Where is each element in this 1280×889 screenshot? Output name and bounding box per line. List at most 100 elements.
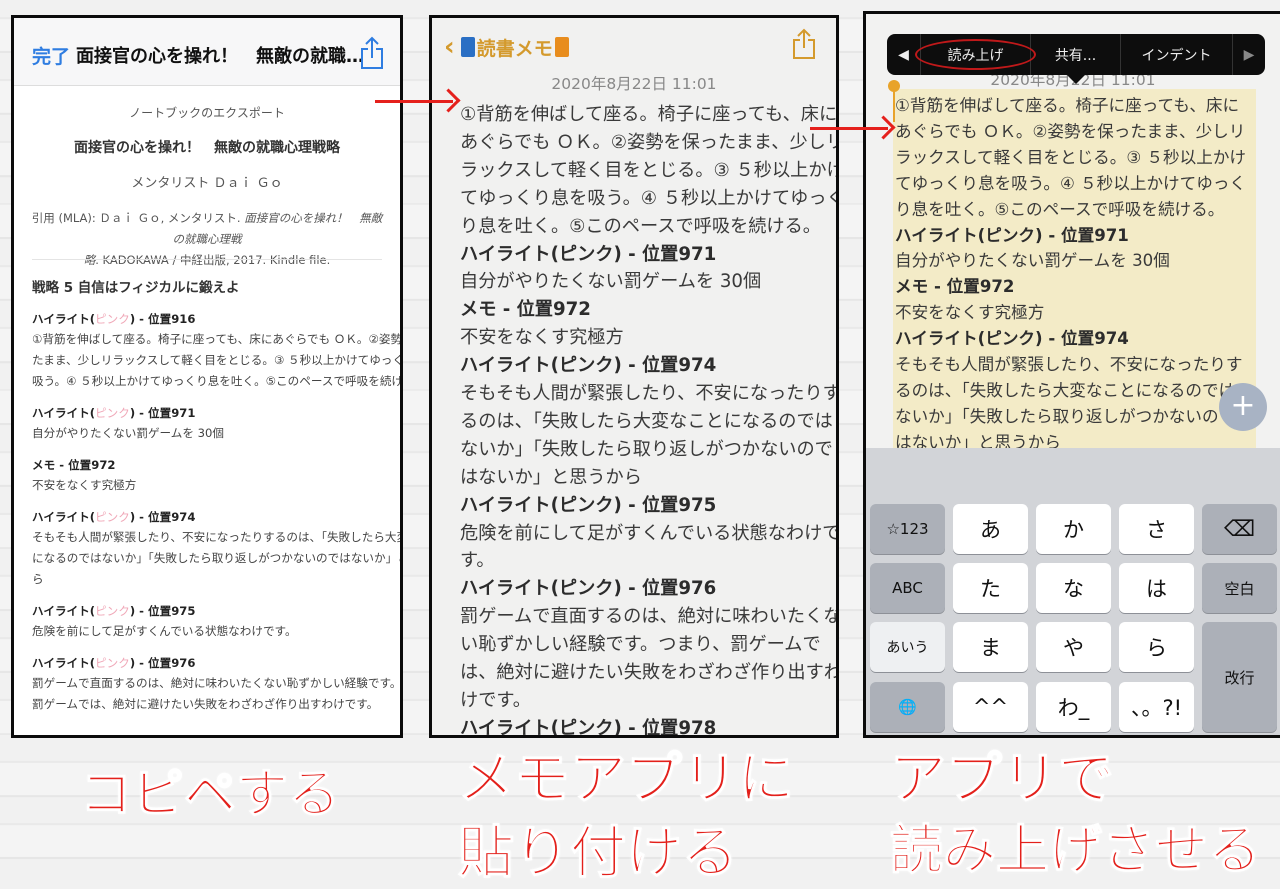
note-line: ラックスして軽く目をとじる。③ ５秒以上かけ	[895, 147, 1247, 167]
note-line: るのは、「失敗したら大変なことになるのでは	[460, 410, 833, 432]
highlight-text: ①背筋を伸ばして座る。椅子に座っても、床にあぐらでも ＯＫ。②姿勢を保っ	[32, 332, 403, 346]
key[interactable]: や	[1036, 622, 1111, 672]
highlight-text: 危険を前にして足がすくんでいる状態なわけです。	[32, 624, 297, 638]
note-heading: ハイライト(ピンク) - 位置974	[895, 329, 1129, 349]
highlight-heading: メモ - 位置972	[32, 456, 387, 475]
note-heading: ハイライト(ピンク) - 位置976	[460, 578, 717, 600]
heading-type: ハイライト(	[32, 656, 96, 670]
back-button[interactable]: ‹ 読書メモ	[444, 32, 569, 62]
notes-speak-screen: 2020年8月22日 11:01 ①背筋を伸ばして座る。椅子に座っても、床にあぐ…	[863, 11, 1280, 738]
highlight-text: 罰ゲームでは、絶対に避けたい失敗をわざわざ作り出すわけです。	[32, 697, 379, 711]
citation: 引用 (MLA): Ｄａｉ Ｇｏ, メンタリスト. 面接官の心を操れ！ 無敵の就…	[31, 211, 383, 267]
blue-book-icon	[460, 37, 475, 57]
heading-type: ハイライト(	[32, 406, 96, 420]
heading-location: ) - 位置971	[129, 406, 196, 420]
done-button[interactable]: 完了	[32, 42, 70, 69]
highlight-text: になるのではないか」「失敗したら取り返しがつかないのではないか」と思うか	[32, 551, 403, 565]
highlight-list: ハイライト(ピンク) - 位置916 ①背筋を伸ばして座る。椅子に座っても、床にあ…	[32, 298, 403, 715]
note-line: けです。	[460, 689, 531, 711]
note-line: 不安をなくす究極方	[460, 327, 624, 349]
heading-type: ハイライト(	[32, 604, 96, 618]
highlight-heading: ハイライト(ピンク) - 位置975	[32, 602, 387, 621]
share-icon[interactable]	[360, 36, 384, 74]
kindle-export-screen: 完了 面接官の心を操れ！ 無敵の就職… ノートブックのエクスポート 面接官の心を…	[11, 15, 403, 738]
key[interactable]: ABC	[870, 563, 945, 613]
highlight-text: ら	[32, 572, 44, 586]
page-title: 面接官の心を操れ！ 無敵の就職…	[76, 46, 364, 67]
highlight-color: ピンク	[95, 406, 130, 420]
note-heading: ハイライト(ピンク) - 位置974	[460, 355, 717, 377]
back-label: 読書メモ	[476, 37, 553, 60]
note-line: そもそも人間が緊張したり、不安になったりす	[460, 383, 839, 404]
note-line: はないか」と思うから	[460, 466, 642, 488]
menu-indent-button[interactable]: インデント	[1121, 34, 1233, 75]
note-heading: ハイライト(ピンク) - 位置971	[460, 243, 717, 265]
heading-type: ハイライト(	[32, 510, 96, 524]
key[interactable]: さ	[1119, 504, 1194, 554]
chevron-left-icon: ‹	[444, 32, 455, 62]
heading-location: ) - 位置974	[129, 510, 196, 524]
menu-speak-button[interactable]: 読み上げ	[915, 34, 1036, 75]
note-line: 自分がやりたくない罰ゲームを 30個	[460, 271, 762, 293]
notes-app-screen: ‹ 読書メモ 2020年8月22日 11:01 ①背筋を伸ばして座る。椅子に座っ…	[429, 15, 839, 738]
book-title: 面接官の心を操れ！ 無敵の就職心理戦略	[74, 140, 340, 156]
divider	[32, 259, 382, 260]
caption-speak-line1: アプリで	[890, 747, 1115, 813]
key[interactable]: な	[1036, 563, 1111, 613]
note-line: あぐらでも ＯＫ。②姿勢を保ったまま、少しリ	[895, 121, 1246, 141]
globe-icon[interactable]: 🌐	[870, 682, 945, 732]
note-line: 危険を前にして足がすくんでいる状態なわけで	[460, 522, 839, 544]
orange-book-icon	[554, 37, 569, 57]
key[interactable]: ^^	[953, 682, 1028, 732]
highlight-text: そもそも人間が緊張したり、不安になったりするのは、「失敗したら大変なこと	[32, 530, 403, 544]
note-line: ①背筋を伸ばして座る。椅子に座っても、床に	[460, 104, 838, 125]
note-line: す。	[460, 550, 495, 572]
key[interactable]: 空白	[1202, 563, 1277, 613]
key[interactable]: ら	[1119, 622, 1194, 672]
delete-key[interactable]: ⌫	[1202, 504, 1277, 554]
menu-next-button[interactable]: ▶	[1233, 34, 1265, 75]
chapter-heading: 戦略 5 自信はフィジカルに鍛えよ	[32, 280, 240, 296]
menu-share-button[interactable]: 共有...	[1031, 34, 1121, 75]
note-line: あぐらでも ＯＫ。②姿勢を保ったまま、少しリ	[460, 131, 839, 153]
key[interactable]: は	[1119, 563, 1194, 613]
key[interactable]: 、。?!	[1119, 682, 1194, 732]
add-button[interactable]: +	[1219, 383, 1267, 431]
highlight-color: ピンク	[95, 510, 130, 524]
note-line: てゆっくり息を吸う。④ ５秒以上かけてゆっく	[895, 173, 1247, 193]
key[interactable]: ☆123	[870, 504, 945, 554]
note-line: 自分がやりたくない罰ゲームを 30個	[895, 251, 1170, 271]
note-line: るのは、「失敗したら大変なことになるのでは	[895, 380, 1236, 400]
highlight-text: 吸う。④ ５秒以上かけてゆっくり息を吐く。⑤このペースで呼吸を続ける。	[32, 374, 403, 388]
highlight-color: ピンク	[95, 656, 130, 670]
red-arrow	[810, 127, 888, 130]
heading-location: ) - 位置976	[129, 656, 196, 670]
highlight-heading: ハイライト(ピンク) - 位置971	[32, 404, 387, 423]
red-circle-annotation	[915, 39, 1036, 70]
key[interactable]: た	[953, 563, 1028, 613]
highlight-text: たまま、少しリラックスして軽く目をとじる。③ ５秒以上かけてゆっくり息を	[32, 353, 403, 367]
key[interactable]: あいう	[870, 622, 945, 672]
highlight-color: ピンク	[95, 312, 130, 326]
note-heading: ハイライト(ピンク) - 位置975	[460, 494, 717, 516]
heading-location: ) - 位置916	[129, 312, 196, 326]
note-heading: メモ - 位置972	[460, 299, 591, 321]
key[interactable]: 改行	[1202, 622, 1277, 732]
heading-location: ) - 位置975	[129, 604, 196, 618]
note-line: ないか」「失敗したら取り返しがつかないので	[460, 438, 833, 460]
author: メンタリスト Ｄａｉ Ｇｏ	[131, 176, 283, 191]
caption-speak-line2: 読み上げさせる	[890, 820, 1262, 882]
share-icon[interactable]	[792, 28, 816, 64]
key[interactable]: あ	[953, 504, 1028, 554]
key[interactable]: か	[1036, 504, 1111, 554]
note-date: 2020年8月22日 11:01	[551, 75, 717, 93]
highlight-text: 自分がやりたくない罰ゲームを 30個	[32, 426, 224, 440]
note-line: てゆっくり息を吸う。④ ５秒以上かけてゆっく	[460, 187, 839, 209]
note-line: り息を吐く。⑤このペースで呼吸を続ける。	[895, 199, 1225, 219]
note-line: り息を吐く。⑤このペースで呼吸を続ける。	[460, 215, 821, 237]
note-line: ラックスして軽く目をとじる。③ ５秒以上かけ	[460, 159, 839, 181]
key[interactable]: わ_	[1036, 682, 1111, 732]
nav-bar: 完了 面接官の心を操れ！ 無敵の就職…	[14, 18, 400, 86]
key[interactable]: ま	[953, 622, 1028, 672]
heading-type: メモ - 位置972	[32, 458, 116, 472]
